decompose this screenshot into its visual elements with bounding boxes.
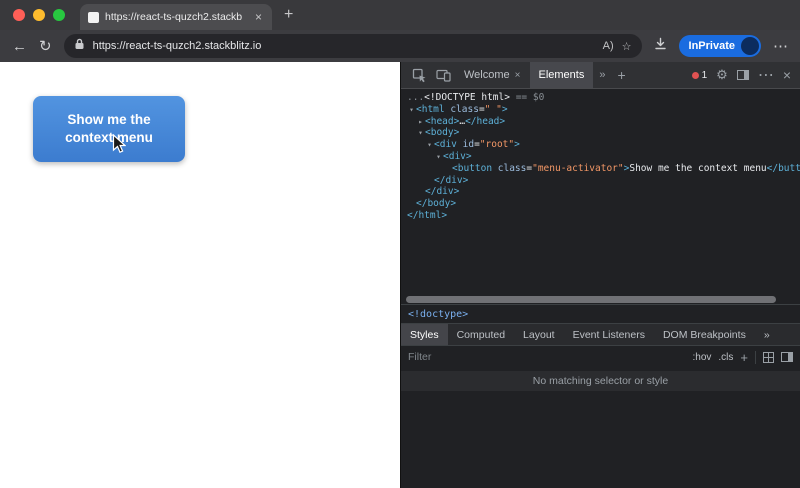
inprivate-label: InPrivate — [688, 40, 735, 52]
tree-node[interactable]: ▾ <div> — [401, 151, 800, 163]
zoom-window-button[interactable] — [53, 9, 65, 21]
layout-grid-icon[interactable] — [763, 351, 774, 363]
tab-title: https://react-ts-quzch2.stackb — [105, 11, 243, 23]
favorites-icon[interactable]: ☆ — [622, 40, 632, 53]
minimize-window-button[interactable] — [33, 9, 45, 21]
tab-close-icon[interactable]: × — [253, 10, 264, 24]
browser-menu-icon[interactable]: ⋯ — [773, 39, 788, 54]
tree-node[interactable]: ▾ <html class=" "> — [401, 104, 800, 116]
breadcrumb: <!doctype> — [401, 304, 800, 323]
styles-pane-body — [401, 391, 800, 488]
horizontal-scrollbar[interactable] — [401, 295, 800, 304]
tree-node[interactable]: </div> — [401, 186, 800, 198]
web-page: Show me the context menu — [0, 62, 400, 488]
devtools-menu-icon[interactable]: ⋯ — [758, 65, 774, 85]
styles-empty-message: No matching selector or style — [401, 371, 800, 391]
new-style-rule-icon[interactable]: + — [740, 350, 748, 365]
styles-more-tabs-icon[interactable]: » — [755, 324, 779, 345]
tab-event-listeners[interactable]: Event Listeners — [564, 324, 654, 345]
tab-elements[interactable]: Elements — [529, 62, 594, 88]
styles-pane-tabs: Styles Computed Layout Event Listeners D… — [401, 323, 800, 346]
tree-node[interactable]: ...<!DOCTYPE html> == $0 — [401, 92, 800, 104]
back-icon[interactable]: ← — [12, 39, 27, 54]
issues-dot-icon — [691, 71, 699, 79]
tree-expand-icon[interactable]: ▾ — [407, 104, 416, 116]
settings-gear-icon[interactable]: ⚙ — [716, 67, 728, 83]
dock-side-icon[interactable] — [736, 70, 749, 80]
devtools-toolbar: Welcome × Elements » + 1 ⚙ ⋯ × — [401, 62, 800, 89]
tab-dom-breakpoints[interactable]: DOM Breakpoints — [654, 324, 755, 345]
browser-tab[interactable]: https://react-ts-quzch2.stackb × — [80, 4, 272, 30]
tree-node[interactable]: <button class="menu-activator">Show me t… — [401, 163, 800, 175]
tab-welcome[interactable]: Welcome × — [455, 62, 530, 88]
address-bar[interactable]: https://react-ts-quzch2.stackblitz.io A)… — [63, 34, 642, 58]
tree-expand-icon[interactable]: ▾ — [434, 151, 443, 163]
close-window-button[interactable] — [13, 9, 25, 21]
new-tab-button[interactable]: + — [284, 6, 293, 24]
browser-window: https://react-ts-quzch2.stackb × + ← ↻ h… — [0, 0, 800, 488]
tree-expand-icon[interactable]: ▸ — [416, 116, 425, 128]
context-menu-button[interactable]: Show me the context menu — [33, 96, 185, 162]
dom-tree[interactable]: ...<!DOCTYPE html> == $0 ▾ <html class=" "… — [401, 89, 800, 295]
styles-filter-bar: :hov .cls + — [401, 346, 800, 368]
tree-node[interactable]: ▸ <head>…</head> — [401, 116, 800, 128]
inprivate-avatar — [741, 37, 759, 55]
tree-expand-icon[interactable]: ▾ — [425, 139, 434, 151]
filter-divider — [755, 350, 756, 364]
tree-node[interactable]: </html> — [401, 210, 800, 222]
tree-node[interactable]: </body> — [401, 198, 800, 210]
download-icon[interactable] — [654, 37, 667, 55]
tab-styles[interactable]: Styles — [401, 324, 448, 345]
welcome-close-icon[interactable]: × — [515, 70, 521, 81]
tab-elements-label: Elements — [538, 69, 585, 81]
tree-node[interactable]: </div> — [401, 175, 800, 187]
mouse-cursor-icon — [112, 133, 127, 159]
tree-node[interactable]: ▾ <body> — [401, 127, 800, 139]
scrollbar-thumb[interactable] — [406, 296, 776, 303]
tab-computed[interactable]: Computed — [448, 324, 514, 345]
navigation-bar: ← ↻ https://react-ts-quzch2.stackblitz.i… — [0, 30, 800, 62]
more-tabs-icon[interactable]: » — [593, 69, 611, 81]
devtools-toolbar-right: 1 ⚙ ⋯ × — [691, 65, 800, 85]
issues-count: 1 — [701, 69, 708, 81]
tab-layout[interactable]: Layout — [514, 324, 564, 345]
read-aloud-icon[interactable]: A) — [603, 40, 614, 52]
tree-node[interactable]: ▾ <div id="root"> — [401, 139, 800, 151]
tab-favicon-icon — [88, 11, 99, 23]
url-text: https://react-ts-quzch2.stackblitz.io — [92, 40, 262, 52]
breadcrumb-item[interactable]: <!doctype> — [408, 309, 468, 320]
styles-dock-icon[interactable] — [781, 352, 793, 362]
styles-filter-input[interactable] — [408, 351, 686, 363]
class-toggle[interactable]: .cls — [718, 352, 733, 363]
device-toolbar-icon[interactable] — [431, 69, 455, 82]
devtools-panel: Welcome × Elements » + 1 ⚙ ⋯ × ...<!DOCT… — [400, 62, 800, 488]
devtools-close-icon[interactable]: × — [783, 67, 791, 83]
inprivate-badge[interactable]: InPrivate — [678, 35, 761, 57]
hover-state-toggle[interactable]: :hov — [693, 352, 712, 363]
lock-icon — [74, 37, 85, 55]
tab-welcome-label: Welcome — [464, 69, 510, 81]
refresh-icon[interactable]: ↻ — [39, 39, 52, 54]
inspect-element-icon[interactable] — [407, 68, 431, 83]
tree-expand-icon[interactable]: ▾ — [416, 127, 425, 139]
add-tab-icon[interactable]: + — [611, 67, 631, 83]
issues-badge[interactable]: 1 — [691, 69, 708, 81]
main-area: Show me the context menu Welcome × Eleme… — [0, 62, 800, 488]
tab-strip: https://react-ts-quzch2.stackb × + — [0, 0, 800, 30]
window-controls — [0, 9, 78, 21]
